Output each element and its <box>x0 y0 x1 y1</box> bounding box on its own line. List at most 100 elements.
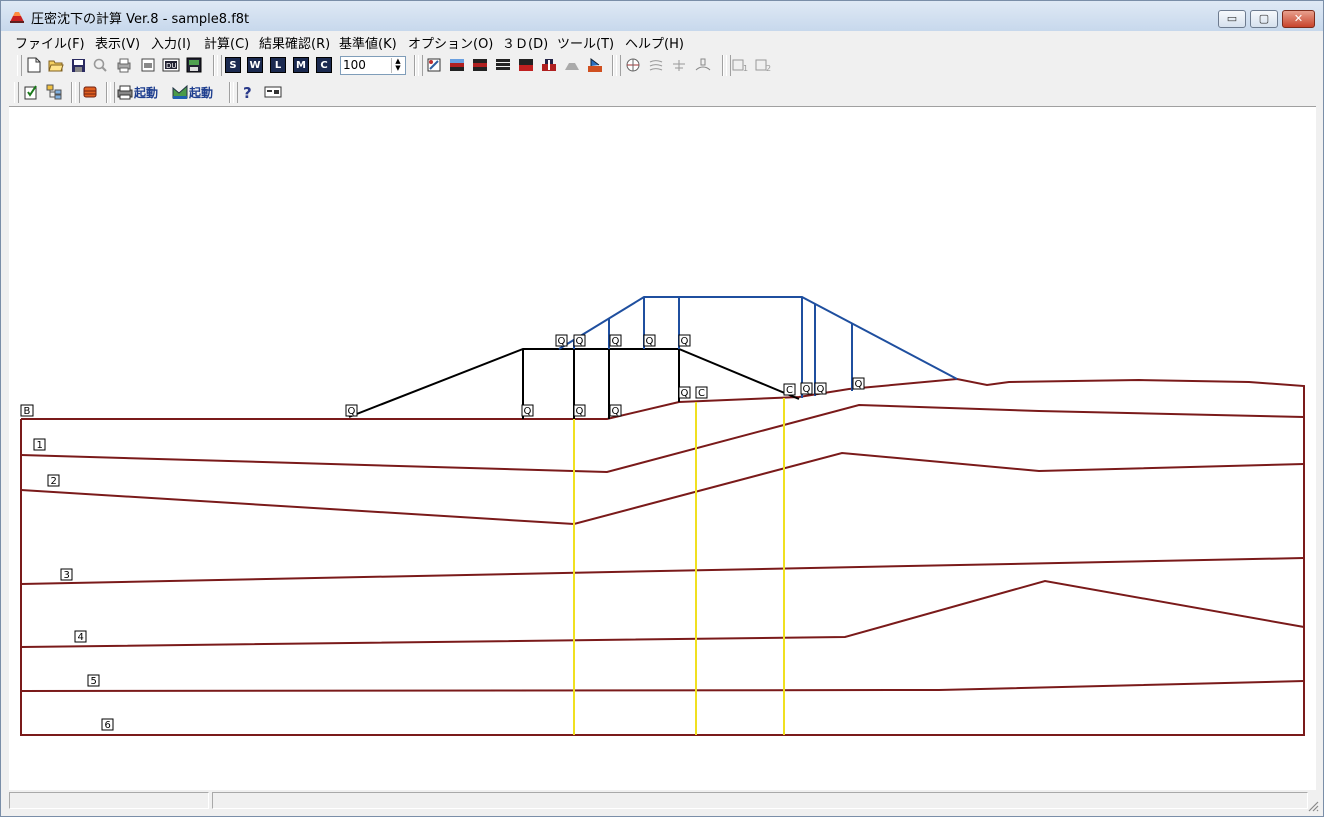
layer-label-6[interactable]: 6 <box>101 718 114 731</box>
svg-text:2: 2 <box>51 476 57 487</box>
load-marker[interactable]: Q <box>609 334 622 347</box>
load-marker[interactable]: Q <box>643 334 656 347</box>
output-2-icon[interactable]: 2 <box>754 55 774 75</box>
toolbar-grip[interactable] <box>14 82 19 103</box>
preview-icon[interactable] <box>90 55 110 75</box>
view-m-button[interactable]: M <box>291 55 311 75</box>
menu-tools[interactable]: ツール(T) <box>557 33 614 52</box>
output-1-icon[interactable]: 1 <box>731 55 751 75</box>
zoom-value: 100 <box>343 58 366 72</box>
layer-3-icon[interactable] <box>516 55 536 75</box>
drawing-canvas[interactable]: B 1 2 3 4 5 6 Q Q Q Q Q Q Q Q Q Q C C Q … <box>9 106 1316 790</box>
layer-4-icon[interactable] <box>539 55 559 75</box>
view-c-button[interactable]: C <box>314 55 334 75</box>
launch-print-button[interactable]: 起動 <box>116 82 168 102</box>
load-icon[interactable] <box>585 55 605 75</box>
status-pane-left <box>9 792 209 809</box>
load-marker[interactable]: Q <box>573 404 586 417</box>
zoom-input[interactable]: 100 ▲ ▼ <box>340 56 406 75</box>
new-file-icon[interactable] <box>24 55 44 75</box>
load-marker[interactable]: Q <box>678 334 691 347</box>
svg-text:Q: Q <box>576 406 584 417</box>
layer-2-icon[interactable] <box>493 55 513 75</box>
embankment-icon[interactable] <box>562 55 582 75</box>
countermeasure-icon[interactable] <box>669 55 689 75</box>
ground-layer-icon[interactable] <box>447 55 467 75</box>
svg-text:Q: Q <box>803 384 811 395</box>
open-folder-icon[interactable] <box>46 55 66 75</box>
load-marker[interactable]: Q <box>345 404 358 417</box>
view-w-button[interactable]: W <box>245 55 265 75</box>
settlement-icon[interactable] <box>646 55 666 75</box>
layer-label-4[interactable]: 4 <box>74 630 87 643</box>
toolbar-grip[interactable] <box>418 55 423 76</box>
minimize-button[interactable]: ▭ <box>1218 10 1246 28</box>
toolbar-grip[interactable] <box>217 55 222 76</box>
load-marker[interactable]: Q <box>521 404 534 417</box>
load-marker[interactable]: Q <box>814 382 827 395</box>
toolbar-grip[interactable] <box>17 55 22 76</box>
view-l-button[interactable]: L <box>268 55 288 75</box>
base-label[interactable]: B <box>20 404 34 417</box>
point-marker[interactable]: C <box>695 386 708 399</box>
svg-text:4: 4 <box>78 632 84 643</box>
layer-label-5[interactable]: 5 <box>87 674 100 687</box>
view-s-button[interactable]: S <box>223 55 243 75</box>
tree-structure-icon[interactable] <box>44 82 64 102</box>
layer-label-2[interactable]: 2 <box>47 474 60 487</box>
print-setup-icon[interactable] <box>138 55 158 75</box>
toolbar-grip[interactable] <box>616 55 621 76</box>
launch-program-button[interactable]: 起動 <box>171 82 223 102</box>
close-button[interactable]: ✕ <box>1282 10 1315 28</box>
soil-layer-boundary <box>20 451 1305 526</box>
svg-text:Q: Q <box>681 388 689 399</box>
zoom-spinner[interactable]: ▲ ▼ <box>391 58 404 73</box>
save-disk-icon[interactable] <box>68 55 88 75</box>
menu-view[interactable]: 表示(V) <box>95 33 140 52</box>
about-icon[interactable] <box>263 82 283 102</box>
toolbar-separator <box>722 55 723 76</box>
cross-section-diagram[interactable]: B 1 2 3 4 5 6 Q Q Q Q Q Q Q Q Q Q C C Q … <box>9 107 1316 790</box>
layer-1-icon[interactable] <box>470 55 490 75</box>
export-icon[interactable] <box>184 55 204 75</box>
load-marker[interactable]: Q <box>573 334 586 347</box>
launch-label: 起動 <box>134 85 159 100</box>
load-marker[interactable]: Q <box>609 404 622 417</box>
menu-3d[interactable]: ３Ｄ(D) <box>502 33 548 52</box>
load-marker[interactable]: Q <box>852 377 865 390</box>
report-icon[interactable]: DU <box>161 55 181 75</box>
menu-results[interactable]: 結果確認(R) <box>259 33 330 52</box>
svg-text:1: 1 <box>743 64 748 72</box>
menu-file[interactable]: ファイル(F) <box>15 33 85 52</box>
resize-grip-icon[interactable] <box>1307 800 1319 812</box>
svg-text:6: 6 <box>105 720 111 731</box>
status-pane-right <box>212 792 1308 809</box>
menu-help[interactable]: ヘルプ(H) <box>625 33 684 52</box>
point-marker[interactable]: C <box>783 383 796 396</box>
load-marker[interactable]: Q <box>555 334 568 347</box>
layer-label-3[interactable]: 3 <box>60 568 73 581</box>
menu-input[interactable]: 入力(I) <box>151 33 191 52</box>
secondary-toolbar: 起動 起動 ? <box>1 79 1323 106</box>
checklist-icon[interactable] <box>21 82 41 102</box>
input-data-icon[interactable] <box>424 55 444 75</box>
help-question-icon[interactable]: ? <box>238 82 258 102</box>
database-icon[interactable] <box>80 82 100 102</box>
svg-text:Q: Q <box>558 336 566 347</box>
svg-text:?: ? <box>243 84 252 100</box>
calc-position-lines <box>573 398 785 735</box>
load-marker[interactable]: Q <box>678 386 691 399</box>
drain-icon[interactable] <box>693 55 713 75</box>
svg-text:C: C <box>698 388 705 399</box>
title-bar[interactable]: 圧密沈下の計算 Ver.8 - sample8.f8t ▭ ▢ ✕ <box>1 1 1323 31</box>
menu-calc[interactable]: 計算(C) <box>204 33 249 52</box>
calc-circle-icon[interactable] <box>623 55 643 75</box>
menu-options[interactable]: オプション(O) <box>408 33 493 52</box>
load-marker[interactable]: Q <box>800 382 813 395</box>
toolbar-separator <box>229 82 230 103</box>
menu-standard-values[interactable]: 基準値(K) <box>339 33 397 52</box>
toolbar-grip[interactable] <box>110 82 115 103</box>
print-icon[interactable] <box>114 55 134 75</box>
maximize-button[interactable]: ▢ <box>1250 10 1278 28</box>
layer-label-1[interactable]: 1 <box>33 438 46 451</box>
